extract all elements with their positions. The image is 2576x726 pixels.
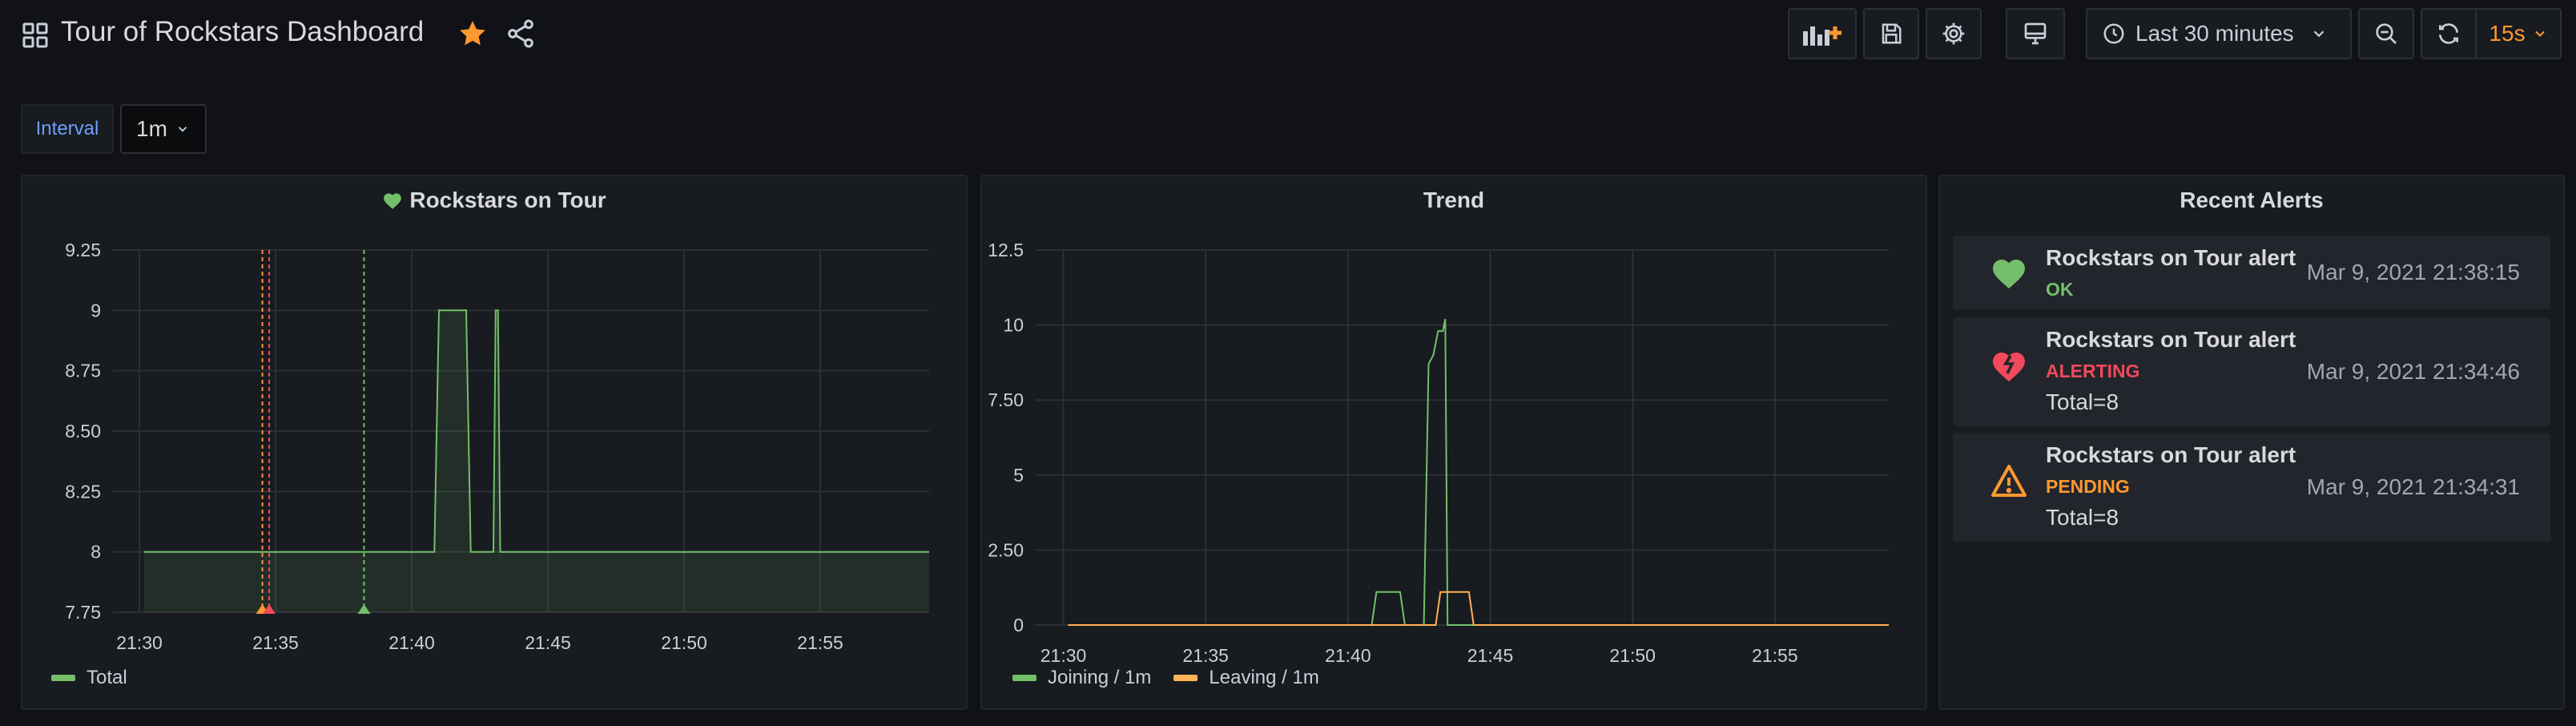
- refresh-interval-label: 15s: [2489, 21, 2526, 46]
- legend-swatch: [1012, 675, 1036, 681]
- share-icon[interactable]: [505, 18, 537, 50]
- apps-grid-icon[interactable]: [22, 22, 48, 48]
- x-tick-label: 21:35: [252, 632, 299, 653]
- legend-item[interactable]: Total: [51, 667, 127, 689]
- alert-state: PENDING: [2046, 476, 2130, 497]
- chevron-down-icon: [178, 127, 187, 132]
- x-tick-label: 21:35: [1182, 645, 1229, 666]
- x-tick-label: 21:30: [116, 632, 163, 653]
- y-tick-label: 12.5: [988, 240, 1024, 260]
- heart-icon: [1993, 260, 2025, 288]
- y-tick-label: 8.50: [65, 421, 101, 442]
- alert-name: Rockstars on Tour alert: [2046, 442, 2296, 467]
- legend-swatch: [51, 675, 75, 681]
- x-tick-label: 21:40: [1325, 645, 1371, 666]
- alert-item[interactable]: Rockstars on Tour alert PENDING Total=8 …: [1953, 433, 2550, 542]
- alert-name: Rockstars on Tour alert: [2046, 327, 2296, 352]
- y-tick-label: 2.50: [988, 539, 1024, 560]
- save-icon: [1882, 23, 1902, 44]
- interval-variable-label: Interval: [21, 104, 114, 154]
- gear-icon: [1942, 22, 1965, 45]
- y-tick-label: 8.75: [65, 361, 101, 381]
- legend-label: Joining / 1m: [1048, 667, 1152, 688]
- legend-swatch: [1173, 675, 1198, 681]
- rockstars-panel: Rockstars on Tour 7.75 8 8.25 8.50 8.75 9 9.25…: [21, 175, 968, 710]
- y-tick-label: 8: [91, 542, 101, 563]
- trend-panel: Trend 0 2.50 5 7.50 10 12.5 21:30 21:35 21:40 21:…: [980, 175, 1927, 710]
- refresh-icon: [2439, 23, 2458, 44]
- add-panel-icon: [1803, 26, 1841, 46]
- alert-name: Rockstars on Tour alert: [2046, 245, 2296, 270]
- alert-time: Mar 9, 2021 21:38:15: [2306, 260, 2520, 284]
- refresh-button[interactable]: [2421, 8, 2477, 59]
- trend-chart[interactable]: 0 2.50 5 7.50 10 12.5 21:30 21:35 21:40 21:45 21:5…: [982, 176, 1929, 712]
- time-range-label: Last 30 minutes: [2135, 21, 2294, 46]
- y-tick-label: 7.50: [988, 389, 1024, 410]
- time-picker-button[interactable]: Last 30 minutes: [2086, 8, 2352, 59]
- star-icon[interactable]: [457, 18, 489, 50]
- y-tick-label: 8.25: [65, 481, 101, 502]
- y-tick-label: 10: [1003, 315, 1024, 336]
- rockstars-chart[interactable]: 7.75 8 8.25 8.50 8.75 9 9.25 21:30 21:35 21:40 21:…: [22, 176, 969, 712]
- y-tick-label: 7.75: [65, 602, 101, 623]
- warning-icon: [1991, 465, 2027, 497]
- x-tick-label: 21:55: [797, 632, 843, 653]
- tv-mode-button[interactable]: [2006, 8, 2065, 59]
- alert-state: ALERTING: [2046, 361, 2140, 381]
- legend-item[interactable]: Leaving / 1m: [1173, 667, 1319, 689]
- x-tick-label: 21:30: [1040, 645, 1087, 666]
- alert-info: Total=8: [2046, 505, 2119, 530]
- alert-info: Total=8: [2046, 389, 2119, 414]
- broken-heart-icon: [1993, 353, 2025, 381]
- alert-time: Mar 9, 2021 21:34:46: [2306, 359, 2520, 384]
- alert-item[interactable]: Rockstars on Tour alert ALERTING Total=8…: [1953, 317, 2550, 426]
- legend-label: Leaving / 1m: [1209, 667, 1319, 688]
- x-tick-label: 21:45: [525, 632, 571, 653]
- zoom-out-button[interactable]: [2358, 8, 2414, 59]
- chevron-down-icon: [2534, 30, 2545, 37]
- dashboard-navbar: Tour of Rockstars Dashboard Last 30 minu…: [0, 0, 2576, 69]
- x-tick-label: 21:45: [1467, 645, 1514, 666]
- alert-item[interactable]: Rockstars on Tour alert OK Mar 9, 2021 2…: [1953, 236, 2550, 309]
- x-tick-label: 21:55: [1752, 645, 1798, 666]
- chevron-down-icon: [2313, 30, 2324, 38]
- add-panel-button[interactable]: [1788, 8, 1857, 59]
- legend-item[interactable]: Joining / 1m: [1012, 667, 1151, 689]
- alert-time: Mar 9, 2021 21:34:31: [2306, 474, 2520, 499]
- y-tick-label: 9: [91, 300, 101, 321]
- x-tick-label: 21:50: [1609, 645, 1656, 666]
- panel-title[interactable]: Recent Alerts: [1940, 188, 2563, 213]
- series-line: [1068, 591, 1889, 626]
- save-button[interactable]: [1863, 8, 1919, 59]
- interval-variable-select[interactable]: 1m: [120, 104, 207, 154]
- x-tick-label: 21:50: [661, 632, 707, 653]
- settings-button[interactable]: [1926, 8, 1982, 59]
- rockstars-legend: Total: [51, 667, 127, 689]
- y-tick-label: 9.25: [65, 240, 101, 260]
- zoom-out-icon: [2376, 23, 2397, 44]
- legend-label: Total: [87, 667, 127, 688]
- y-tick-label: 0: [1013, 615, 1024, 635]
- x-tick-label: 21:40: [388, 632, 435, 653]
- tv-mode-icon: [2024, 22, 2047, 45]
- y-tick-label: 5: [1013, 465, 1024, 486]
- trend-legend: Joining / 1m Leaving / 1m: [1012, 667, 1319, 689]
- alert-state: OK: [2046, 279, 2074, 300]
- dashboard-title[interactable]: Tour of Rockstars Dashboard: [61, 16, 424, 48]
- clock-icon: [2103, 23, 2124, 44]
- series-line: [1068, 318, 1889, 626]
- interval-value: 1m: [136, 116, 167, 141]
- refresh-interval-picker[interactable]: 15s: [2475, 8, 2562, 59]
